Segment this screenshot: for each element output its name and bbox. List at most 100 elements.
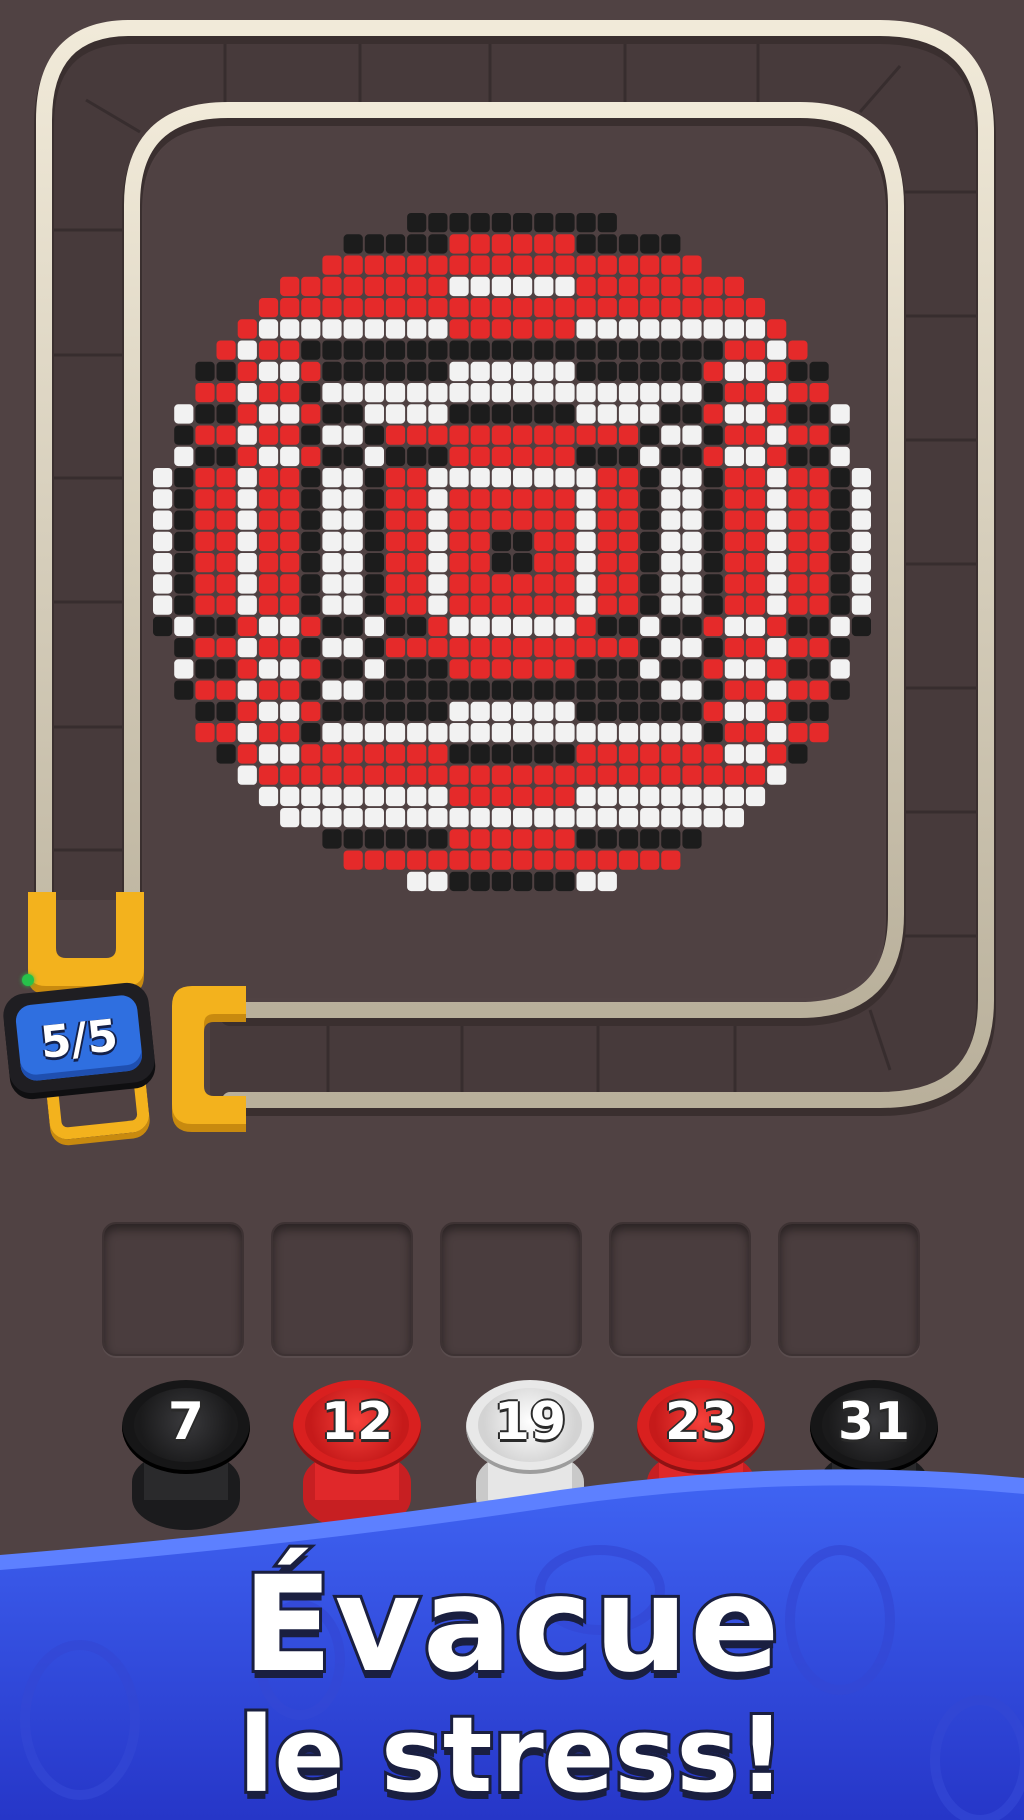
stitch [407,680,427,700]
stitch [237,425,257,445]
stitch [555,744,575,764]
stitch [555,659,575,679]
stitch [640,553,660,573]
stitch [449,553,469,573]
stitch [491,595,511,615]
stitch [258,765,279,785]
stitch [555,765,575,785]
stitch [428,871,448,892]
stitch [258,446,279,467]
stitch [364,361,384,382]
stitch [597,298,617,318]
stitch [513,744,533,764]
stitch [597,446,617,467]
holding-slot-3[interactable] [440,1222,582,1356]
stitch [682,638,702,658]
stitch [449,765,469,785]
stitch [322,744,342,764]
stitch [428,446,448,467]
stitch [597,404,617,424]
stitch [703,616,723,637]
stitch [385,574,406,594]
stitch [322,786,342,807]
stitch [618,255,639,275]
stitch [767,723,787,743]
stitch [597,638,617,658]
stitch [618,701,639,722]
stitch [555,489,575,509]
cross-stitch-pattern [153,213,871,892]
stitch [682,383,702,403]
stitch [195,404,215,424]
stitch [703,404,723,424]
stitch [788,489,808,509]
stitch [258,298,279,318]
stitch [364,255,384,275]
stitch [640,446,660,467]
stitch [491,553,511,573]
stitch [301,340,321,360]
stitch [576,298,596,318]
stitch [830,638,850,658]
stitch [216,361,236,382]
stitch [174,404,194,424]
stitch [343,723,363,743]
stitch [534,616,554,637]
stitch [428,574,448,594]
stitch [237,510,257,530]
stitch [407,829,427,849]
stitch [491,468,511,488]
holding-slot-1[interactable] [102,1222,244,1356]
stitch [322,383,342,403]
counter-label: 5/5 [38,1010,121,1069]
stitch [491,744,511,764]
stitch [195,446,215,467]
stitch [513,446,533,467]
stitch [703,574,723,594]
stitch [682,553,702,573]
stitch [491,765,511,785]
stitch [280,425,300,445]
stitch [237,404,257,424]
stitch [597,829,617,849]
stitch [830,553,850,573]
stitch [174,638,194,658]
stitch [153,489,173,509]
stitch [385,468,406,488]
stitch [788,638,808,658]
stitch [555,446,575,467]
stitch [513,701,533,722]
stitch [682,446,702,467]
stitch [343,340,363,360]
stitch [301,786,321,807]
stitch [385,765,406,785]
stitch [851,510,871,530]
stitch [851,531,871,552]
stitch [280,701,300,722]
stitch [534,404,554,424]
holding-slot-5[interactable] [778,1222,920,1356]
stitch [322,595,342,615]
stitch [407,361,427,382]
stitch [174,446,194,467]
stitch [258,425,279,445]
stitch [216,595,236,615]
stitch [364,595,384,615]
stitch [153,595,173,615]
stitch [555,340,575,360]
stitch [513,680,533,700]
holding-slot-2[interactable] [271,1222,413,1356]
stitch [513,213,533,233]
stitch [597,808,617,828]
stitch [513,574,533,594]
stitch [661,425,681,445]
stitch [343,531,363,552]
stitch [661,595,681,615]
stitch [449,531,469,552]
stitch [237,319,257,339]
stitch [343,616,363,637]
stitch [682,701,702,722]
stitch [724,744,744,764]
stitch [618,808,639,828]
holding-slot-4[interactable] [609,1222,751,1356]
